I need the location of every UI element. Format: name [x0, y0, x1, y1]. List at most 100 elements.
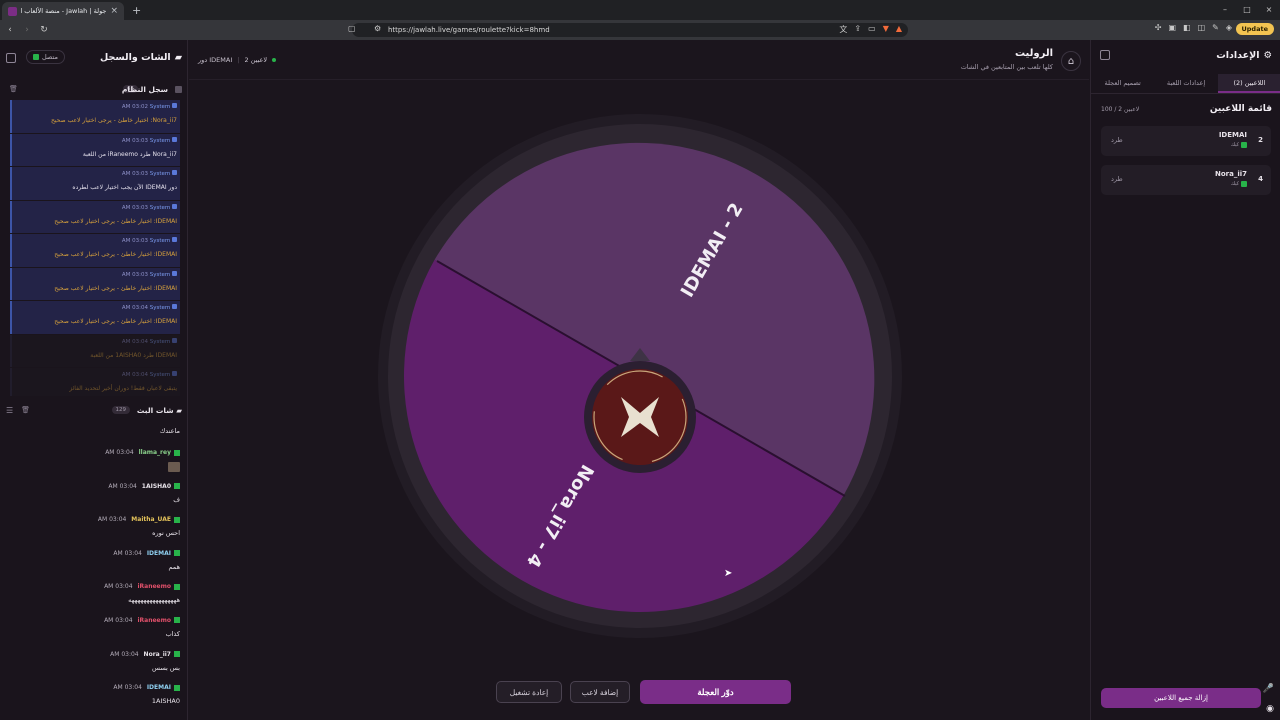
message-time: AM 03:03: [121, 271, 148, 278]
kick-logo-icon: [1241, 181, 1247, 187]
maximize-button[interactable]: □: [1236, 0, 1258, 20]
tab-game-settings[interactable]: إعدادات اللعبة: [1154, 74, 1217, 93]
message-time: AM 03:03: [121, 238, 148, 244]
chat-message-meta: AM 03:04 iRaneemo: [6, 583, 180, 593]
extension-icon[interactable]: ◫: [1198, 23, 1206, 32]
settings-title-text: الإعدادات: [1216, 50, 1260, 61]
collapse-panel-icon[interactable]: [1100, 50, 1110, 60]
message-text: دور IDEMAI الآن يجب اختيار لاعب لطرده: [72, 184, 177, 191]
chat-settings-icon[interactable]: ☰: [6, 406, 13, 415]
message-text: IDEMAI طرد 1AISHA0 من اللعبة: [90, 351, 177, 359]
extension-icons: ✣ ▣ ◧ ◫ ✎ ◈: [1155, 23, 1232, 32]
window-controls: – □ ×: [1214, 0, 1280, 20]
kick-player-button[interactable]: طرد: [1111, 136, 1123, 144]
message-sender: System: [149, 204, 171, 211]
microphone-icon[interactable]: 🎤: [1263, 684, 1274, 694]
message-time: AM 03:03: [121, 137, 148, 144]
home-button[interactable]: ⌂: [1061, 51, 1081, 71]
trash-icon[interactable]: 🗑: [9, 85, 18, 93]
kick-logo-icon: [174, 516, 180, 523]
minimize-button[interactable]: –: [1214, 0, 1236, 20]
browser-tab[interactable]: جولة | Jawlah - منصة الألعاب التفا... ×: [2, 2, 124, 20]
chat-username[interactable]: Maitha_UAE: [131, 516, 171, 523]
roulette-wheel[interactable]: IDEMAI - 2 Nora_ii7 - 4: [377, 113, 903, 639]
chat-username[interactable]: 1AISHA0: [142, 483, 171, 490]
brave-shield-icon[interactable]: ▼: [883, 24, 889, 35]
chat-message-meta: AM 03:04 1AISHA0: [6, 483, 180, 493]
back-icon[interactable]: ‹: [3, 25, 17, 35]
add-player-button[interactable]: إضافة لاعب: [570, 681, 630, 703]
site-info-icon[interactable]: ⚙: [374, 24, 381, 33]
chat-message-meta: AM 03:04 Nora_ii7: [6, 651, 180, 661]
vpn-icon[interactable]: ◈: [1226, 23, 1232, 32]
settings-circle-icon[interactable]: ◉: [1266, 704, 1274, 714]
chat-username[interactable]: iRaneemo: [137, 617, 171, 624]
new-tab-button[interactable]: +: [132, 4, 141, 17]
chat-username[interactable]: iRaneemo: [137, 583, 171, 590]
log-icon: [175, 85, 182, 93]
player-row[interactable]: 2 IDEMAI كيك طرد: [1101, 126, 1271, 156]
page-subtitle: كلها تلعب بين المتابعين في الشات: [960, 63, 1053, 71]
address-bar[interactable]: ▢ ⚙ https://jawlah.live/games/roulette?k…: [348, 23, 908, 37]
chat-message-text: ف: [173, 495, 180, 504]
restart-button[interactable]: إعادة تشغيل: [496, 681, 562, 703]
system-log-meta: AM 03:04 System: [15, 337, 177, 345]
brave-rewards-icon[interactable]: ▲: [896, 24, 902, 35]
roulette-wheel-svg: IDEMAI - 2 Nora_ii7 - 4: [378, 114, 902, 638]
close-window-button[interactable]: ×: [1258, 0, 1280, 20]
share-icon[interactable]: ⇪: [854, 24, 861, 35]
update-button[interactable]: Update: [1235, 23, 1274, 35]
message-time: AM 03:04: [113, 549, 142, 557]
message-time: AM 03:02: [121, 104, 148, 110]
chat-log-panel: متصل الشات والسجل ▰ 🗑 65 سجل النظام AM 0…: [0, 40, 188, 720]
trash-icon[interactable]: 🗑: [21, 406, 30, 414]
chat-message: AM 03:04 iRaneemo ههههههههههههههههه: [6, 583, 182, 617]
collapse-panel-icon[interactable]: [6, 53, 16, 63]
extension-icon[interactable]: ✎: [1212, 23, 1219, 32]
message-text: IDEMAI: اختيار خاطئ - يرجى اختيار لاعب ص…: [54, 251, 177, 258]
forward-icon[interactable]: ›: [20, 25, 34, 35]
translate-icon[interactable]: 文: [839, 24, 847, 35]
bookmark-icon[interactable]: ▢: [348, 24, 356, 33]
kick-player-button[interactable]: طرد: [1111, 175, 1123, 183]
chat-username[interactable]: llama_rey: [139, 449, 171, 456]
spin-wheel-button[interactable]: دوّر العجلة: [640, 680, 791, 704]
message-time: AM 03:03: [121, 204, 148, 211]
tab-players[interactable]: اللاعبين (2): [1217, 74, 1280, 93]
chat-log-header: متصل الشات والسجل ▰: [0, 40, 188, 76]
reload-icon[interactable]: ↻: [37, 25, 51, 35]
chat-username[interactable]: IDEMAI: [147, 684, 171, 691]
system-log-list[interactable]: AM 03:02 System Nora_ii7: اختيار خاطئ - …: [10, 100, 180, 396]
system-log-message: AM 03:02 System Nora_ii7: اختيار خاطئ - …: [10, 100, 180, 133]
remove-all-players-button[interactable]: إزالة جميع اللاعبين: [1101, 688, 1261, 708]
message-sender: System: [149, 137, 171, 144]
tab-close-icon[interactable]: ×: [110, 6, 118, 16]
message-time: AM 03:04: [104, 583, 133, 591]
system-log-message: AM 03:03 System IDEMAI: اختيار خاطئ - ير…: [10, 234, 180, 267]
chat-bubble-icon: ▰: [174, 52, 182, 63]
site-favicon-icon: [8, 6, 17, 16]
system-log-meta: AM 03:03 System: [15, 270, 177, 278]
player-platform-label: كيك: [1230, 142, 1239, 148]
url-text[interactable]: https://jawlah.live/games/roulette?kick=…: [388, 26, 550, 34]
extension-icon[interactable]: ✣: [1155, 23, 1162, 32]
live-chat-header: ☰ 🗑 129 شات البث ▰: [0, 402, 188, 418]
player-number: 2: [1258, 136, 1263, 144]
players-count-label: 2 لاعبين: [244, 56, 268, 64]
chat-message-text: بس بسس: [151, 663, 180, 672]
tab-wheel-design[interactable]: تصميم العجلة: [1091, 74, 1154, 93]
system-log-meta: AM 03:02 System: [15, 103, 177, 110]
system-log-meta: AM 03:03 System: [15, 170, 177, 177]
player-name: IDEMAI: [1218, 131, 1247, 139]
chat-message: AM 03:04 Nora_ii7 بس بسس: [6, 651, 182, 685]
extension-icon[interactable]: ▣: [1168, 23, 1176, 32]
player-platform: كيك: [1231, 181, 1247, 187]
message-sender: System: [149, 238, 171, 244]
wallet-icon[interactable]: ▭: [868, 24, 876, 35]
chat-username[interactable]: IDEMAI: [147, 550, 171, 557]
chat-username[interactable]: Nora_ii7: [144, 651, 171, 658]
player-row[interactable]: 4 Nora_ii7 كيك طرد: [1101, 165, 1271, 195]
live-chat-list[interactable]: ماعندك AM 03:04 llama_rey AM 03:04 1AISHA0…: [6, 424, 182, 720]
system-log-header: 🗑 65 سجل النظام: [0, 82, 188, 96]
sidebar-icon[interactable]: ◧: [1183, 23, 1191, 32]
